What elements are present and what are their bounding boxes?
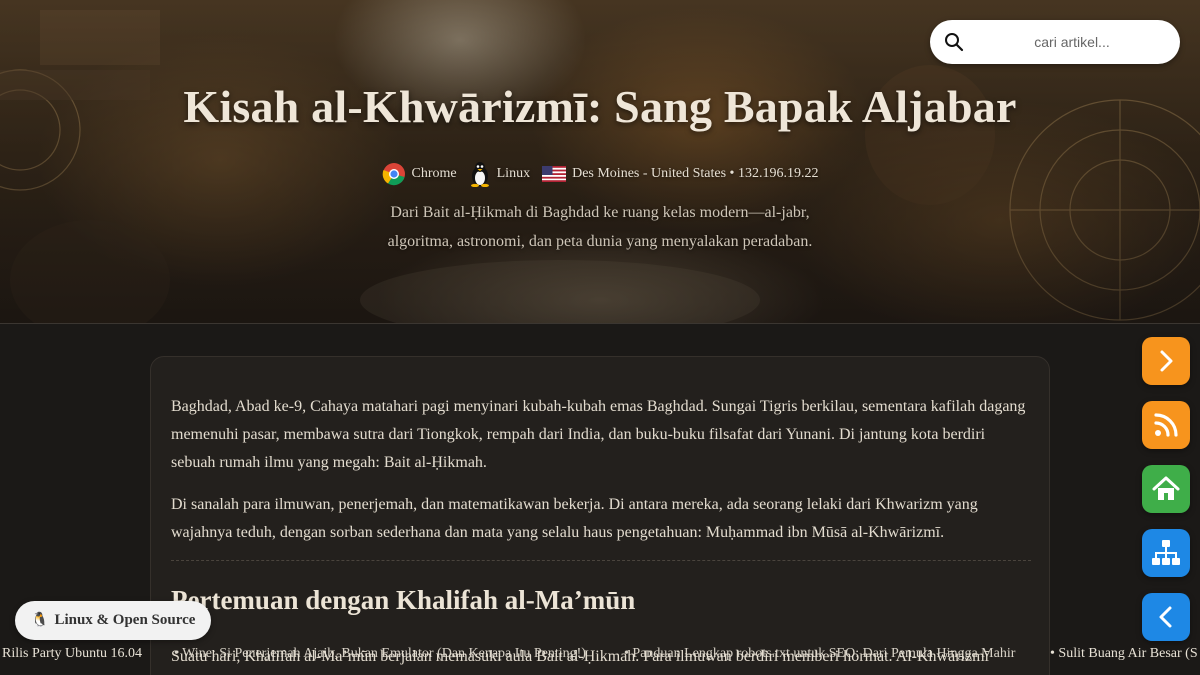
category-pill[interactable]: 🐧 Linux & Open Source xyxy=(15,601,212,640)
ticker-item[interactable]: • Panduan Lengkap robots.txt untuk SEO: … xyxy=(624,646,1015,662)
next-article-button[interactable] xyxy=(1142,337,1190,385)
rss-icon xyxy=(1154,413,1178,437)
location-label: Des Moines - United States • 132.196.19.… xyxy=(572,166,819,181)
ticker-item[interactable]: Rilis Party Ubuntu 16.04 xyxy=(2,646,142,662)
article-paragraph: Baghdad, Abad ke-9, Cahaya matahari pagi… xyxy=(171,398,1026,471)
rss-feed-button[interactable] xyxy=(1142,401,1190,449)
page-title: Kisah al-Khwārizmī: Sang Bapak Aljabar xyxy=(183,81,1017,132)
category-label: Linux & Open Source xyxy=(54,612,196,628)
visitor-meta: Chrome Linux Des Moines - United States … xyxy=(0,161,1200,187)
home-icon xyxy=(1152,476,1180,500)
browser-meta: Chrome xyxy=(382,162,457,186)
hero-description-line: algoritma, astronomi, dan peta dunia yan… xyxy=(387,233,813,250)
chevron-right-icon xyxy=(1160,350,1173,372)
us-flag-icon xyxy=(542,166,567,182)
section-heading: Pertemuan dengan Khalifah al-Ma’mūn xyxy=(171,585,636,615)
sitemap-icon xyxy=(1152,540,1180,565)
search-input[interactable] xyxy=(974,28,1170,56)
chevron-left-icon xyxy=(1159,606,1172,628)
hero-description-line: Dari Bait al-Ḥikmah di Baghdad ke ruang … xyxy=(390,204,810,221)
section-divider xyxy=(171,560,1031,561)
article-paragraph: Di sanalah para ilmuwan, penerjemah, dan… xyxy=(171,496,978,541)
ticker-item[interactable]: • Wine: Si Penerjemah Ajaib, Bukan Emula… xyxy=(174,646,586,662)
news-ticker: Rilis Party Ubuntu 16.04 • Wine: Si Pene… xyxy=(0,644,1200,666)
hero-banner: Kisah al-Khwārizmī: Sang Bapak Aljabar C… xyxy=(0,0,1200,323)
sitemap-button[interactable] xyxy=(1142,529,1190,577)
linux-penguin-icon xyxy=(470,162,489,187)
hero-divider xyxy=(0,323,1200,324)
home-button[interactable] xyxy=(1142,465,1190,513)
search-box[interactable] xyxy=(930,20,1180,64)
chrome-icon xyxy=(382,163,405,186)
os-label: Linux xyxy=(496,166,531,181)
previous-article-button[interactable] xyxy=(1142,593,1190,641)
hero-description: Dari Bait al-Ḥikmah di Baghdad ke ruang … xyxy=(330,198,870,256)
ticker-item[interactable]: • Sulit Buang Air Besar (S xyxy=(1050,646,1198,662)
browser-label: Chrome xyxy=(411,166,457,181)
location-meta: Des Moines - United States • 132.196.19.… xyxy=(542,166,818,182)
penguin-icon: 🐧 xyxy=(31,613,49,628)
os-meta: Linux xyxy=(469,161,530,187)
article-card: Baghdad, Abad ke-9, Cahaya matahari pagi… xyxy=(150,356,1050,675)
search-icon[interactable] xyxy=(944,32,964,52)
